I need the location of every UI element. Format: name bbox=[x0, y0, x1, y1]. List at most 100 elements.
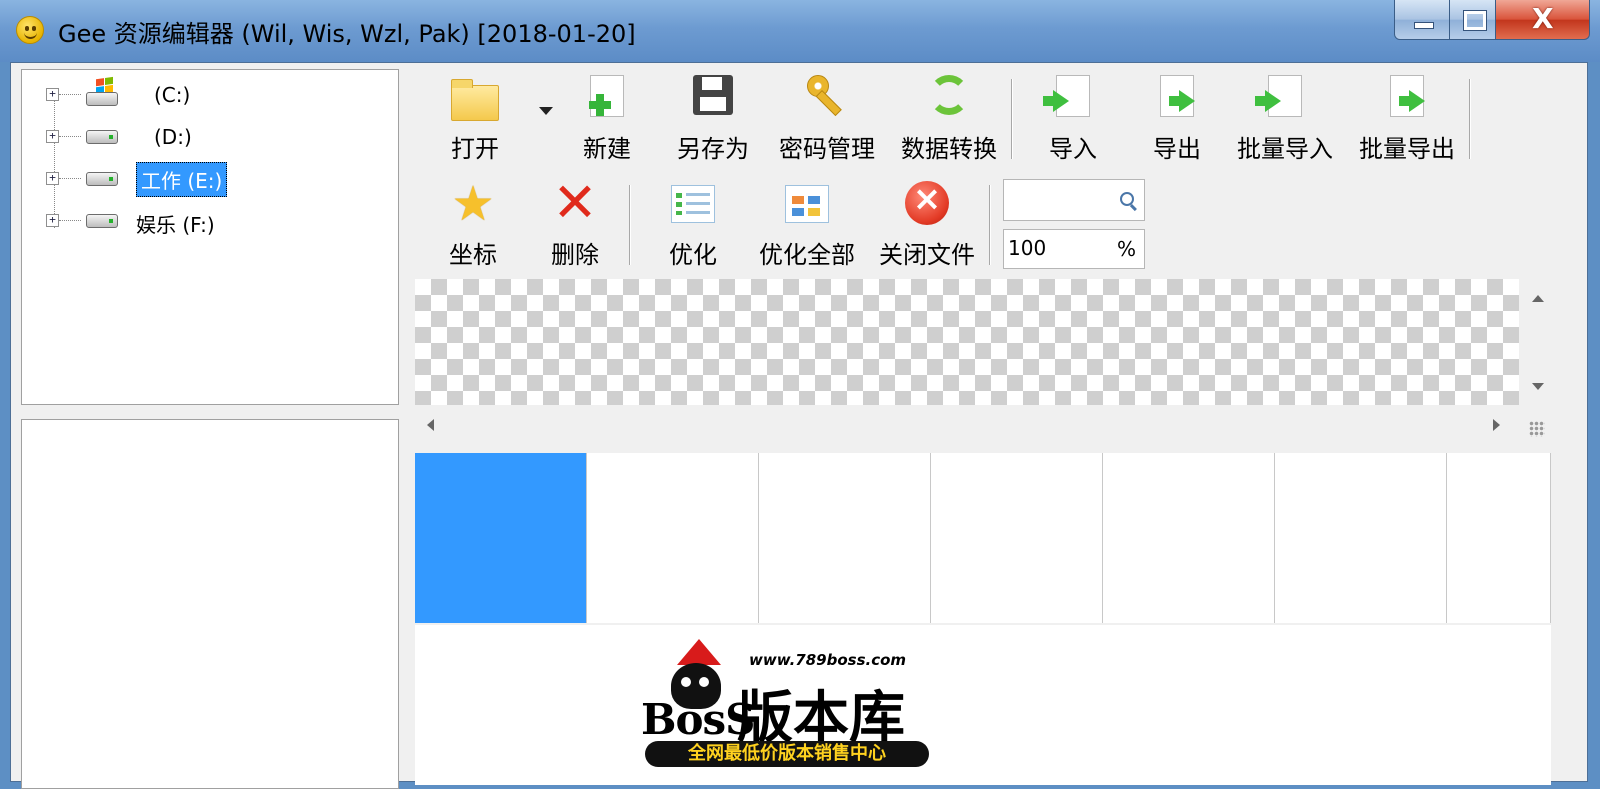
system-drive-icon bbox=[86, 76, 120, 108]
file-list-panel[interactable] bbox=[21, 419, 399, 789]
scroll-down-icon[interactable] bbox=[1532, 383, 1544, 390]
close-file-button[interactable]: × 关闭文件 bbox=[869, 177, 985, 269]
new-document-icon bbox=[589, 75, 624, 117]
optimize-all-button[interactable]: 优化全部 bbox=[749, 177, 865, 269]
batch-import-button[interactable]: 批量导入 bbox=[1227, 71, 1343, 163]
export-icon bbox=[1160, 75, 1195, 117]
tree-item-f[interactable]: + 娱乐 (F:) bbox=[46, 204, 346, 237]
crown-icon bbox=[677, 639, 721, 665]
zoom-input[interactable]: 100 % bbox=[1003, 229, 1145, 269]
export-label: 导出 bbox=[1153, 135, 1201, 163]
toolbar-separator bbox=[989, 185, 991, 265]
content-area: www.789boss.com BosS 版本库 全网最低价版本销售中心 bbox=[415, 625, 1551, 785]
thumbnail-cell[interactable] bbox=[587, 453, 759, 623]
optimize-icon bbox=[671, 185, 715, 223]
password-manage-button[interactable]: 密码管理 bbox=[769, 71, 885, 163]
close-file-icon: × bbox=[905, 179, 949, 225]
thumbnail-cell[interactable] bbox=[1447, 453, 1551, 623]
batch-export-button[interactable]: 批量导出 bbox=[1349, 71, 1465, 163]
batch-import-icon bbox=[1255, 75, 1302, 117]
batch-export-label: 批量导出 bbox=[1359, 135, 1455, 163]
window-controls: X bbox=[1394, 0, 1590, 40]
search-input[interactable] bbox=[1003, 179, 1145, 221]
close-icon: X bbox=[1532, 2, 1554, 35]
image-canvas-area bbox=[415, 279, 1577, 445]
batch-import-label: 批量导入 bbox=[1237, 135, 1333, 163]
coords-button[interactable]: ★ 坐标 bbox=[435, 177, 511, 269]
star-icon: ★ bbox=[451, 176, 495, 232]
zoom-unit: % bbox=[1116, 237, 1136, 261]
expand-icon[interactable]: + bbox=[46, 130, 59, 143]
toolbar-separator bbox=[629, 185, 631, 265]
horizontal-scrollbar[interactable] bbox=[415, 405, 1519, 445]
window-title: Gee 资源编辑器 (Wil, Wis, Wzl, Pak) [2018-01-… bbox=[58, 20, 636, 48]
import-icon bbox=[1043, 75, 1090, 117]
drive-tree[interactable]: + (C:) + (D:) + 工作 (E:) + 娱乐 (F:) bbox=[21, 69, 399, 405]
thumbnail-cell[interactable] bbox=[1103, 453, 1275, 623]
new-label: 新建 bbox=[583, 135, 631, 163]
maximize-button[interactable] bbox=[1450, 0, 1496, 40]
save-disk-icon bbox=[693, 75, 733, 115]
open-dropdown-arrow-icon[interactable] bbox=[539, 107, 553, 115]
scroll-right-icon[interactable] bbox=[1493, 419, 1500, 431]
toolbar-separator bbox=[1011, 79, 1013, 159]
save-as-label: 另存为 bbox=[677, 135, 749, 163]
thumbnail-cell[interactable] bbox=[931, 453, 1103, 623]
optimize-all-icon bbox=[785, 185, 829, 223]
search-icon[interactable] bbox=[1120, 192, 1134, 206]
data-convert-button[interactable]: 数据转换 bbox=[891, 71, 1007, 163]
scroll-up-icon[interactable] bbox=[1532, 295, 1544, 302]
zoom-value: 100 bbox=[1008, 236, 1047, 260]
drive-icon bbox=[86, 214, 118, 228]
watermark-slogan: 全网最低价版本销售中心 bbox=[645, 741, 929, 767]
app-smiley-icon bbox=[16, 16, 44, 44]
thumbnail-cell[interactable] bbox=[1275, 453, 1447, 623]
image-canvas[interactable] bbox=[415, 279, 1519, 405]
tree-item-c[interactable]: + (C:) bbox=[46, 76, 346, 110]
save-as-button[interactable]: 另存为 bbox=[665, 71, 761, 163]
expand-icon[interactable]: + bbox=[46, 172, 59, 185]
open-button[interactable]: 打开 bbox=[437, 71, 513, 163]
toolbar-separator bbox=[1469, 79, 1471, 159]
delete-button[interactable]: ✕ 删除 bbox=[537, 171, 613, 270]
batch-export-icon bbox=[1390, 75, 1425, 117]
close-file-label: 关闭文件 bbox=[879, 241, 975, 269]
import-label: 导入 bbox=[1049, 135, 1097, 163]
password-label: 密码管理 bbox=[779, 135, 875, 163]
optimize-all-label: 优化全部 bbox=[759, 241, 855, 269]
coords-label: 坐标 bbox=[449, 241, 497, 269]
tree-item-d[interactable]: + (D:) bbox=[46, 120, 346, 152]
scroll-left-icon[interactable] bbox=[427, 419, 434, 431]
folder-icon bbox=[451, 79, 499, 121]
resize-grip-icon[interactable] bbox=[1529, 421, 1545, 437]
tree-item-label: (C:) bbox=[154, 83, 191, 107]
delete-icon: ✕ bbox=[552, 171, 598, 234]
import-button[interactable]: 导入 bbox=[1033, 71, 1113, 163]
optimize-button[interactable]: 优化 bbox=[653, 177, 733, 269]
optimize-label: 优化 bbox=[669, 241, 717, 269]
close-button[interactable]: X bbox=[1496, 0, 1590, 40]
expand-icon[interactable]: + bbox=[46, 214, 59, 227]
thumbnail-strip bbox=[415, 453, 1551, 623]
tree-item-label: 工作 (E:) bbox=[136, 162, 228, 197]
drive-icon bbox=[86, 130, 118, 144]
export-button[interactable]: 导出 bbox=[1137, 71, 1217, 163]
tree-item-e[interactable]: + 工作 (E:) bbox=[46, 162, 346, 197]
vertical-scrollbar[interactable] bbox=[1523, 279, 1553, 405]
convert-icon bbox=[929, 75, 969, 115]
delete-label: 删除 bbox=[551, 241, 599, 269]
title-bar: Gee 资源编辑器 (Wil, Wis, Wzl, Pak) [2018-01-… bbox=[0, 0, 1600, 62]
tree-item-label: 娱乐 (F:) bbox=[136, 213, 215, 237]
drive-icon bbox=[86, 172, 118, 186]
convert-label: 数据转换 bbox=[901, 135, 997, 163]
client-area: + (C:) + (D:) + 工作 (E:) + 娱乐 (F:) 打开 新建 … bbox=[10, 62, 1588, 789]
open-label: 打开 bbox=[451, 135, 499, 163]
tree-item-label: (D:) bbox=[154, 125, 192, 149]
new-button[interactable]: 新建 bbox=[565, 71, 649, 163]
thumbnail-cell[interactable] bbox=[759, 453, 931, 623]
minimize-button[interactable] bbox=[1394, 0, 1450, 40]
thumbnail-cell[interactable] bbox=[415, 453, 587, 623]
key-icon bbox=[807, 75, 847, 115]
expand-icon[interactable]: + bbox=[46, 88, 59, 101]
watermark-logo: www.789boss.com BosS 版本库 全网最低价版本销售中心 bbox=[641, 639, 941, 769]
